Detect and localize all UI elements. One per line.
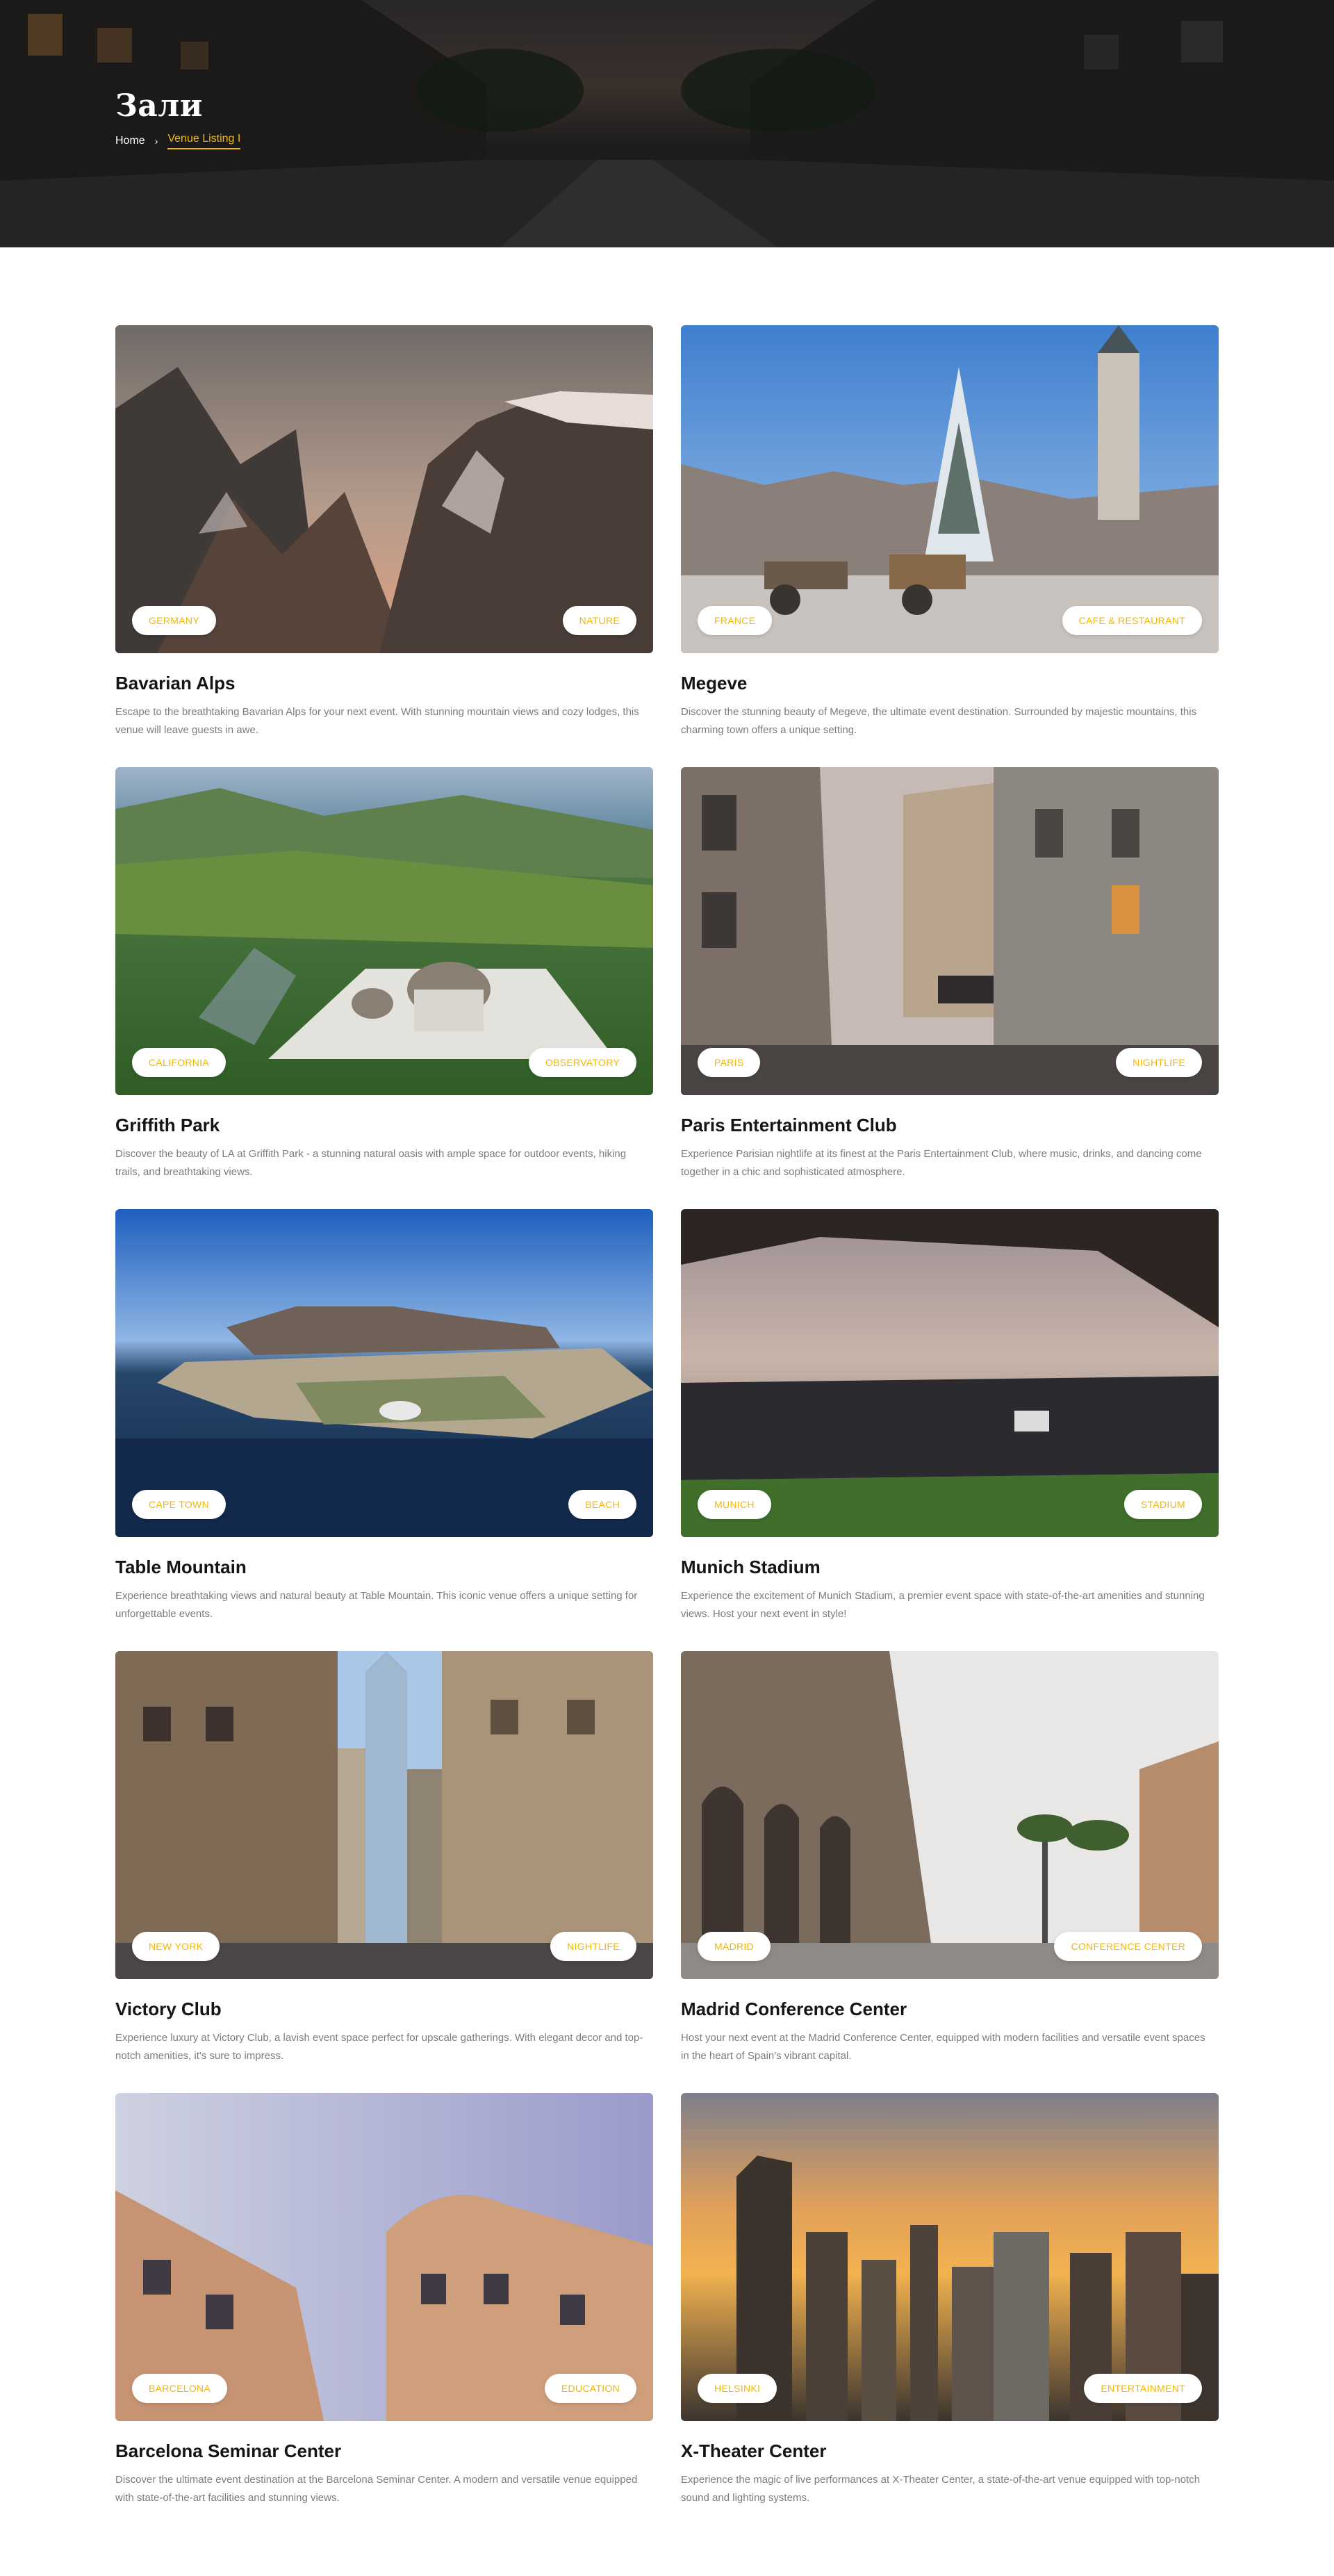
venue-category-tag[interactable]: OBSERVATORY	[528, 1048, 636, 1077]
venue-image[interactable]: CALIFORNIA OBSERVATORY	[115, 767, 653, 1095]
venue-description: Experience luxury at Victory Club, a lav…	[115, 2032, 643, 2062]
paris-street-photo	[681, 767, 1219, 1095]
venue-title[interactable]: Paris Entertainment Club	[681, 1113, 1219, 1137]
venue-card: CALIFORNIA OBSERVATORY Griffith Park Dis…	[115, 767, 653, 1181]
mountain-photo	[115, 325, 653, 653]
page-title: Зали	[115, 88, 203, 124]
venue-image[interactable]: MADRID CONFERENCE CENTER	[681, 1651, 1219, 1979]
venue-category-tag[interactable]: CAFE & RESTAURANT	[1062, 606, 1202, 635]
breadcrumb-current: Venue Listing I	[167, 133, 241, 149]
breadcrumb-separator-icon: ›	[154, 136, 158, 147]
venue-card: NEW YORK NIGHTLIFE Victory Club Experien…	[115, 1651, 653, 2065]
venue-description: Experience breathtaking views and natura…	[115, 1590, 638, 1620]
barcelona-buildings-photo	[115, 2093, 653, 2421]
venue-location-tag[interactable]: GERMANY	[132, 606, 216, 635]
venue-card: GERMANY NATURE Bavarian Alps Escape to t…	[115, 325, 653, 739]
venue-card: BARCELONA EDUCATION Barcelona Seminar Ce…	[115, 2093, 653, 2507]
venue-card: PARIS NIGHTLIFE Paris Entertainment Club…	[681, 767, 1219, 1181]
venue-description: Experience Parisian nightlife at its fin…	[681, 1148, 1202, 1178]
venue-location-tag[interactable]: MUNICH	[698, 1490, 771, 1519]
venue-title[interactable]: Griffith Park	[115, 1113, 653, 1137]
stadium-photo	[681, 1209, 1219, 1537]
venue-image[interactable]: CAPE TOWN BEACH	[115, 1209, 653, 1537]
venue-location-tag[interactable]: BARCELONA	[132, 2374, 228, 2403]
venue-category-tag[interactable]: NIGHTLIFE	[550, 1932, 636, 1961]
venue-category-tag[interactable]: NATURE	[562, 606, 636, 635]
venue-category-tag[interactable]: ENTERTAINMENT	[1084, 2374, 1202, 2403]
coastal-city-photo	[115, 1209, 653, 1537]
venue-image[interactable]: PARIS NIGHTLIFE	[681, 767, 1219, 1095]
hero-content: Зали Home › Venue Listing I	[115, 87, 241, 149]
venue-category-tag[interactable]: STADIUM	[1123, 1490, 1202, 1519]
venue-card: MUNICH STADIUM Munich Stadium Experience…	[681, 1209, 1219, 1623]
venue-description: Discover the beauty of LA at Griffith Pa…	[115, 1148, 627, 1178]
venue-location-tag[interactable]: PARIS	[698, 1048, 761, 1077]
page-hero: Зали Home › Venue Listing I	[0, 0, 1334, 247]
venue-category-tag[interactable]: NIGHTLIFE	[1116, 1048, 1202, 1077]
venue-title[interactable]: Bavarian Alps	[115, 671, 653, 695]
venue-title[interactable]: Megeve	[681, 671, 1219, 695]
venue-description: Discover the ultimate event destination …	[115, 2474, 638, 2504]
venue-title[interactable]: Table Mountain	[115, 1555, 653, 1579]
venue-location-tag[interactable]: CAPE TOWN	[132, 1490, 226, 1519]
venue-card: FRANCE CAFE & RESTAURANT Megeve Discover…	[681, 325, 1219, 739]
venue-image[interactable]: BARCELONA EDUCATION	[115, 2093, 653, 2421]
venue-image[interactable]: GERMANY NATURE	[115, 325, 653, 653]
venue-description: Experience the magic of live performance…	[681, 2474, 1201, 2504]
venue-location-tag[interactable]: CALIFORNIA	[132, 1048, 227, 1077]
venue-location-tag[interactable]: HELSINKI	[698, 2374, 777, 2403]
breadcrumb: Home › Venue Listing I	[115, 133, 241, 149]
venue-category-tag[interactable]: CONFERENCE CENTER	[1054, 1932, 1202, 1961]
venue-title[interactable]: Madrid Conference Center	[681, 1997, 1219, 2021]
venue-category-tag[interactable]: BEACH	[568, 1490, 636, 1519]
venue-card: MADRID CONFERENCE CENTER Madrid Conferen…	[681, 1651, 1219, 2065]
madrid-street-photo	[681, 1651, 1219, 1979]
venue-grid: GERMANY NATURE Bavarian Alps Escape to t…	[115, 325, 1219, 2507]
venue-location-tag[interactable]: MADRID	[698, 1932, 771, 1961]
snowy-town-photo	[681, 325, 1219, 653]
venue-title[interactable]: Munich Stadium	[681, 1555, 1219, 1579]
venue-image[interactable]: MUNICH STADIUM	[681, 1209, 1219, 1537]
venue-card: CAPE TOWN BEACH Table Mountain Experienc…	[115, 1209, 653, 1623]
venue-card: HELSINKI ENTERTAINMENT X-Theater Center …	[681, 2093, 1219, 2507]
venue-description: Discover the stunning beauty of Megeve, …	[681, 706, 1197, 736]
venue-image[interactable]: NEW YORK NIGHTLIFE	[115, 1651, 653, 1979]
observatory-photo	[115, 767, 653, 1095]
venue-title[interactable]: X-Theater Center	[681, 2439, 1219, 2463]
venue-title[interactable]: Victory Club	[115, 1997, 653, 2021]
venue-location-tag[interactable]: NEW YORK	[132, 1932, 220, 1961]
venue-title[interactable]: Barcelona Seminar Center	[115, 2439, 653, 2463]
city-skyline-photo	[681, 2093, 1219, 2421]
venue-image[interactable]: HELSINKI ENTERTAINMENT	[681, 2093, 1219, 2421]
new-york-street-photo	[115, 1651, 653, 1979]
venue-description: Experience the excitement of Munich Stad…	[681, 1590, 1205, 1620]
venue-description: Escape to the breathtaking Bavarian Alps…	[115, 706, 639, 736]
venue-location-tag[interactable]: FRANCE	[698, 606, 773, 635]
breadcrumb-home-link[interactable]: Home	[115, 135, 145, 147]
venue-image[interactable]: FRANCE CAFE & RESTAURANT	[681, 325, 1219, 653]
venue-description: Host your next event at the Madrid Confe…	[681, 2032, 1205, 2062]
venue-category-tag[interactable]: EDUCATION	[544, 2374, 636, 2403]
